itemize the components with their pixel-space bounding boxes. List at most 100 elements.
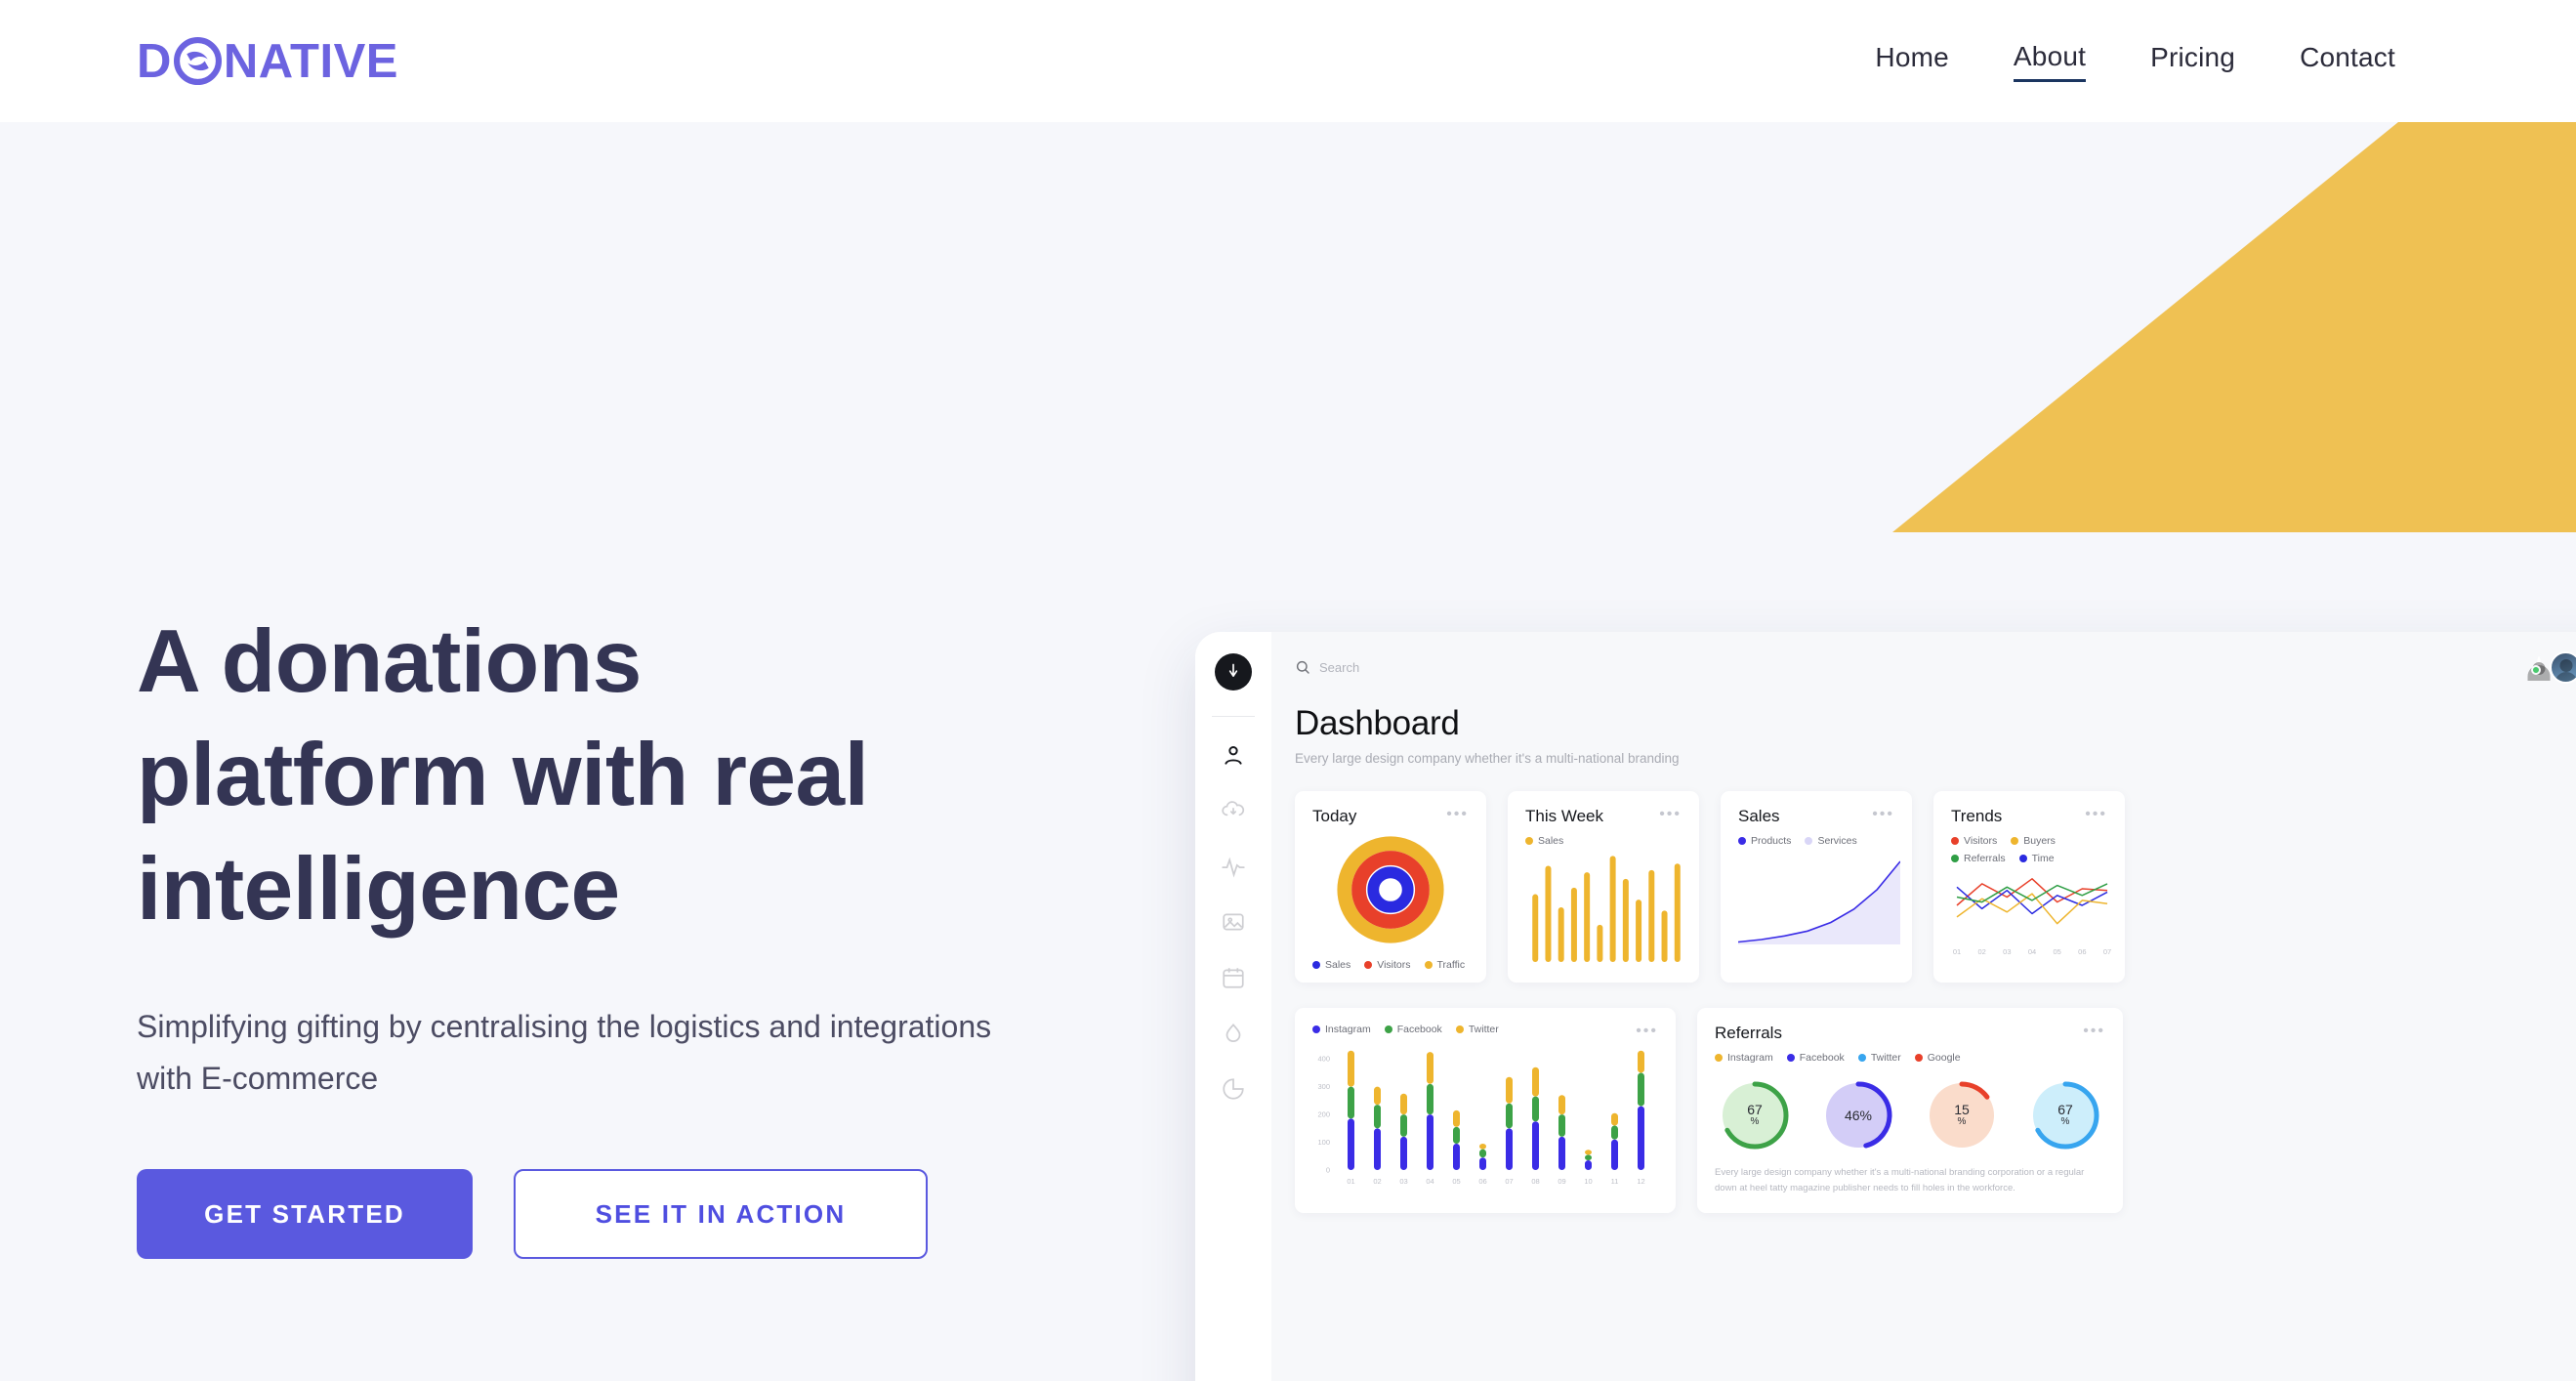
logo-text-prefix: D [137, 34, 172, 88]
dashboard-topbar: Search [1295, 648, 2576, 687]
card-menu-icon[interactable]: ••• [2085, 807, 2107, 822]
legend-item: Referrals [1951, 853, 2006, 864]
sales-legend: Products Services [1738, 835, 1894, 847]
trends-line-chart: 01 02 03 04 05 06 07 [1953, 878, 2111, 956]
svg-text:05: 05 [2053, 947, 2060, 956]
legend-item: Instagram [1715, 1052, 1773, 1064]
legend-label: Products [1751, 835, 1792, 847]
get-started-button[interactable]: GET STARTED [137, 1169, 473, 1259]
gauge-value: 67 [1747, 1102, 1763, 1118]
online-status-dot [2531, 665, 2541, 675]
avatar-1-wrap[interactable] [2527, 656, 2551, 681]
card-title: Referrals [1715, 1024, 1782, 1042]
svg-text:300: 300 [1317, 1082, 1330, 1091]
legend-item: Products [1738, 835, 1791, 847]
dashboard-mockup: Search Dashboard Every large design comp… [1195, 632, 2576, 1381]
referral-gauges: 67% 46% 15% 67% [1715, 1075, 2105, 1155]
page-title: A donations platform with real intellige… [137, 606, 1162, 946]
legend-dot [1455, 1025, 1464, 1033]
gauge-value: 15 [1954, 1102, 1970, 1118]
landing-page: D NATIVE Home About Pricing Contact A do… [0, 0, 2576, 1381]
card-today: Today ••• Sales Visitors Traffic [1295, 791, 1486, 983]
legend-dot [1951, 855, 1959, 862]
card-title: Trends [1951, 807, 2003, 825]
legend-label: Facebook [1799, 1052, 1845, 1064]
card-social: Instagram Facebook Twitter ••• 0 100 200 30… [1295, 1008, 1676, 1213]
svg-text:02: 02 [1373, 1177, 1381, 1186]
calendar-icon[interactable] [1221, 965, 1246, 990]
legend-label: Twitter [1468, 1024, 1499, 1035]
nav-item-contact[interactable]: Contact [2300, 42, 2395, 80]
card-menu-icon[interactable]: ••• [1636, 1024, 1658, 1039]
svg-text:09: 09 [1558, 1177, 1565, 1186]
svg-text:07: 07 [1505, 1177, 1513, 1186]
gauge: 67% [1715, 1075, 1795, 1155]
avatar[interactable] [2550, 650, 2576, 684]
svg-text:04: 04 [2028, 947, 2036, 956]
card-menu-icon[interactable]: ••• [1446, 807, 1469, 822]
referrals-footer-text: Every large design company whether it's … [1715, 1167, 2085, 1194]
legend-item: Buyers [2011, 835, 2056, 847]
gauge-unit: % [1957, 1116, 1967, 1128]
legend-label: Sales [1325, 959, 1351, 971]
user-icon[interactable] [1221, 742, 1246, 768]
legend-item: Sales [1525, 835, 1563, 847]
image-icon[interactable] [1221, 909, 1246, 935]
nav-item-pricing[interactable]: Pricing [2150, 42, 2235, 80]
this-week-bar-chart [1532, 856, 1681, 962]
search-input[interactable]: Search [1295, 659, 1359, 675]
legend-dot [1715, 1054, 1723, 1062]
legend-label: Referrals [1964, 853, 2006, 864]
dashboard-main: Search Dashboard Every large design comp… [1271, 632, 2576, 1381]
hero-title-line-3: intelligence [137, 839, 620, 939]
hero-copy: A donations platform with real intellige… [137, 606, 1162, 1259]
legend-label: Sales [1538, 835, 1564, 847]
card-title: Today [1312, 807, 1357, 825]
gauge-unit: % [1750, 1116, 1760, 1128]
legend-item: Facebook [1384, 1024, 1442, 1035]
brand-logo[interactable]: D NATIVE [137, 34, 398, 89]
legend-label: Facebook [1396, 1024, 1442, 1035]
see-it-in-action-button[interactable]: SEE IT IN ACTION [514, 1169, 928, 1259]
legend-dot [1738, 837, 1746, 845]
activity-icon[interactable] [1221, 854, 1246, 879]
nav-item-about[interactable]: About [2013, 41, 2087, 82]
legend-dot [1914, 1054, 1923, 1062]
legend-label: Traffic [1436, 959, 1466, 971]
card-menu-icon[interactable]: ••• [1659, 807, 1682, 822]
legend-label: Time [2031, 853, 2055, 864]
legend-label: Visitors [1377, 959, 1411, 971]
hero-title-line-1: A donations [137, 612, 642, 711]
card-menu-icon[interactable]: ••• [1872, 807, 1894, 822]
gauge-unit: % [2060, 1116, 2070, 1128]
card-referrals: Referrals ••• Instagram Facebook Twitter… [1697, 1008, 2123, 1213]
top-navbar: D NATIVE Home About Pricing Contact [0, 0, 2576, 122]
svg-text:11: 11 [1611, 1177, 1619, 1186]
svg-text:200: 200 [1317, 1110, 1330, 1119]
gauge-value: 67 [2057, 1102, 2073, 1118]
legend-item: Services [1805, 835, 1857, 847]
this-week-legend: Sales [1525, 835, 1682, 847]
card-menu-icon[interactable]: ••• [2083, 1024, 2105, 1039]
today-legend: Sales Visitors Traffic [1312, 959, 1465, 971]
svg-text:04: 04 [1426, 1177, 1433, 1186]
droplet-icon[interactable] [1221, 1021, 1246, 1046]
sidebar-divider [1212, 716, 1255, 717]
legend-item: Visitors [1364, 959, 1411, 971]
svg-text:0: 0 [1326, 1166, 1330, 1175]
svg-text:12: 12 [1637, 1177, 1644, 1186]
svg-text:07: 07 [2103, 947, 2111, 956]
dashboard-sidebar [1195, 632, 1271, 1381]
legend-dot [1857, 1054, 1866, 1062]
decorative-yellow-wedge [1892, 122, 2576, 532]
legend-dot [1525, 837, 1533, 845]
nav-item-home[interactable]: Home [1875, 42, 1949, 80]
dashboard-logo-icon[interactable] [1215, 653, 1252, 690]
pie-chart-icon[interactable] [1221, 1076, 1246, 1102]
legend-item: Facebook [1786, 1052, 1845, 1064]
legend-label: Instagram [1325, 1024, 1371, 1035]
legend-label: Twitter [1870, 1052, 1901, 1064]
gauge: 15% [1922, 1075, 2002, 1155]
cloud-download-icon[interactable] [1221, 798, 1246, 823]
legend-item: Time [2018, 853, 2055, 864]
